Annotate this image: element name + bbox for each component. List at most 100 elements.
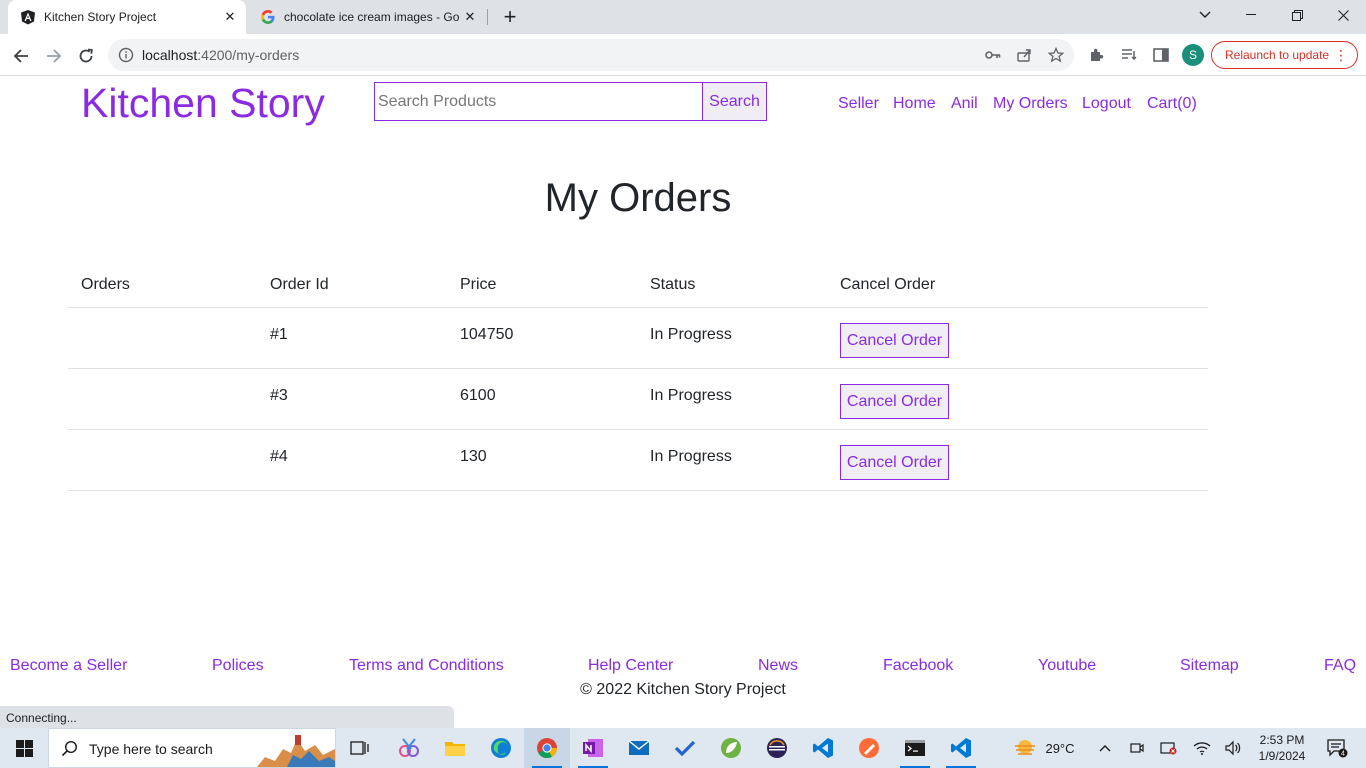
clock-time: 2:53 PM <box>1259 733 1305 747</box>
postman-icon[interactable] <box>846 728 892 768</box>
meet-now-icon[interactable] <box>1125 728 1149 768</box>
nav-cart[interactable]: Cart(0) <box>1147 95 1197 113</box>
order-id-cell: #1 <box>270 326 288 343</box>
back-button[interactable] <box>7 42 35 70</box>
mail-icon[interactable] <box>616 728 662 768</box>
weather-widget[interactable]: 29°C <box>1004 728 1084 768</box>
tab-title: Kitchen Story Project <box>44 10 157 24</box>
footer-link-terms[interactable]: Terms and Conditions <box>349 657 504 675</box>
order-id-cell: #3 <box>270 387 288 404</box>
tab-divider <box>487 9 488 25</box>
status-cell: In Progress <box>650 326 732 343</box>
chrome-browser-icon[interactable] <box>524 728 570 768</box>
site-info-icon[interactable] <box>118 47 134 68</box>
minimize-button[interactable] <box>1228 0 1274 30</box>
address-bar[interactable]: localhost:4200/my-orders <box>108 39 1074 71</box>
snipping-tool-icon[interactable] <box>386 728 432 768</box>
extensions-puzzle-icon[interactable] <box>1088 46 1106 64</box>
volume-speaker-icon[interactable] <box>1221 728 1245 768</box>
close-tab-icon[interactable]: ✕ <box>220 7 240 27</box>
restore-button[interactable] <box>1274 0 1320 30</box>
vscode-running-icon[interactable] <box>938 728 984 768</box>
todo-icon[interactable] <box>662 728 708 768</box>
nav-logout[interactable]: Logout <box>1082 95 1131 113</box>
side-panel-icon[interactable] <box>1152 46 1170 64</box>
table-row: #1 104750 In Progress Cancel Order <box>68 308 1208 369</box>
tab-search-chevron-icon[interactable] <box>1182 0 1228 30</box>
task-view-icon[interactable] <box>337 728 383 768</box>
more-vert-icon: ⋮ <box>1334 47 1348 63</box>
copyright-text: © 2022 Kitchen Story Project <box>580 681 786 698</box>
tab-kitchen-story[interactable]: Kitchen Story Project ✕ <box>8 0 246 34</box>
new-tab-button[interactable]: + <box>498 4 522 29</box>
tab-google-images[interactable]: chocolate ice cream images - Go ✕ <box>250 0 486 34</box>
relaunch-to-update-button[interactable]: Relaunch to update ⋮ <box>1211 41 1358 69</box>
vscode-icon[interactable] <box>800 728 846 768</box>
search-button[interactable]: Search <box>702 82 767 121</box>
footer-link-news[interactable]: News <box>758 657 798 675</box>
edge-browser-icon[interactable] <box>478 728 524 768</box>
table-header: Orders Order Id Price Status Cancel Orde… <box>68 262 1208 308</box>
network-wifi-icon[interactable] <box>1190 728 1214 768</box>
command-prompt-icon[interactable] <box>892 728 938 768</box>
footer-link-polices[interactable]: Polices <box>212 657 264 675</box>
nav-seller[interactable]: Seller <box>838 95 879 113</box>
order-id-cell: #4 <box>270 448 288 465</box>
start-button[interactable] <box>0 728 48 768</box>
column-header-price: Price <box>460 276 497 293</box>
show-hidden-icons-chevron-icon[interactable] <box>1093 728 1117 768</box>
cancel-order-button[interactable]: Cancel Order <box>840 384 949 419</box>
cancel-order-button[interactable]: Cancel Order <box>840 323 949 358</box>
column-header-order-id: Order Id <box>270 276 329 293</box>
table-row: #4 130 In Progress Cancel Order <box>68 430 1208 491</box>
tab-title: chocolate ice cream images - Go <box>284 10 460 24</box>
eclipse-icon[interactable] <box>754 728 800 768</box>
search-highlight-illustration-icon <box>257 731 335 767</box>
footer-link-facebook[interactable]: Facebook <box>883 657 953 675</box>
notification-center-button[interactable]: 4 <box>1320 728 1354 768</box>
taskbar-clock[interactable]: 2:53 PM 1/9/2024 <box>1252 732 1312 764</box>
taskbar-search-box[interactable]: Type here to search <box>48 728 336 768</box>
close-window-button[interactable] <box>1320 0 1366 30</box>
price-cell: 6100 <box>460 387 496 404</box>
column-header-orders: Orders <box>81 276 130 293</box>
windows-logo-icon <box>15 739 33 757</box>
footer-link-sitemap[interactable]: Sitemap <box>1180 657 1239 675</box>
site-brand[interactable]: Kitchen Story <box>81 80 325 127</box>
notification-icon: 4 <box>1327 739 1348 758</box>
reading-list-icon[interactable] <box>1120 46 1138 64</box>
spring-tools-icon[interactable] <box>708 728 754 768</box>
status-cell: In Progress <box>650 387 732 404</box>
onenote-icon[interactable] <box>570 728 616 768</box>
browser-toolbar: localhost:4200/my-orders S Relaunch to u… <box>0 34 1366 76</box>
nav-home[interactable]: Home <box>893 95 936 113</box>
relaunch-label: Relaunch to update <box>1225 48 1330 62</box>
google-icon <box>260 9 276 25</box>
price-cell: 104750 <box>460 326 514 343</box>
footer-link-help-center[interactable]: Help Center <box>588 657 673 675</box>
footer-link-become-seller[interactable]: Become a Seller <box>10 657 127 675</box>
profile-avatar[interactable]: S <box>1182 44 1204 66</box>
footer-link-faq[interactable]: FAQ <box>1324 657 1356 675</box>
file-explorer-icon[interactable] <box>432 728 478 768</box>
bookmark-star-icon[interactable] <box>1047 46 1065 64</box>
key-icon[interactable] <box>984 46 1002 64</box>
close-tab-icon[interactable]: ✕ <box>460 7 480 27</box>
notification-badge: 4 <box>1341 751 1345 758</box>
search-products-input[interactable] <box>374 82 703 121</box>
forward-button[interactable] <box>40 42 68 70</box>
weather-temperature: 29°C <box>1045 740 1075 756</box>
url-text: localhost:4200/my-orders <box>142 47 300 63</box>
footer-link-youtube[interactable]: Youtube <box>1038 657 1096 675</box>
cancel-order-button[interactable]: Cancel Order <box>840 445 949 480</box>
price-cell: 130 <box>460 448 487 465</box>
share-icon[interactable] <box>1015 46 1033 64</box>
column-header-status: Status <box>650 276 696 293</box>
reload-button[interactable] <box>72 42 100 70</box>
taskbar-search-placeholder: Type here to search <box>89 741 213 757</box>
browser-status-bubble: Connecting... <box>0 706 454 728</box>
battery-saver-icon[interactable] <box>1157 728 1181 768</box>
search-icon <box>61 740 78 762</box>
nav-my-orders[interactable]: My Orders <box>993 95 1068 113</box>
nav-user-anil[interactable]: Anil <box>951 95 978 113</box>
